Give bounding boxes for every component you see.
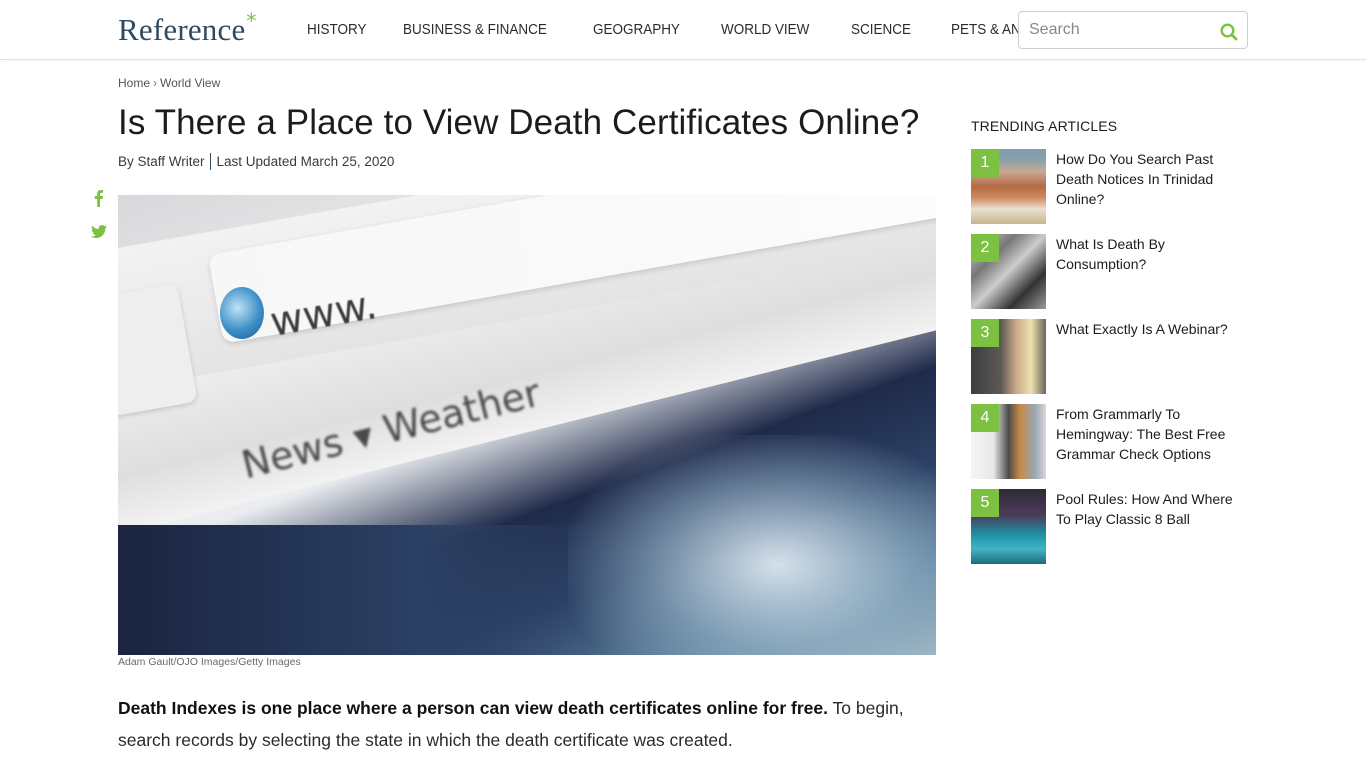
trending-rank-badge: 4 [971, 404, 999, 432]
site-header: Reference* HISTORY BUSINESS & FINANCE GE… [0, 0, 1366, 60]
hero-glow [568, 435, 936, 655]
trending-item-title: What Exactly Is A Webinar? [1056, 321, 1228, 337]
lede-bold: Death Indexes is one place where a perso… [118, 698, 828, 718]
byline: By Staff Writer Last Updated March 25, 20… [118, 153, 394, 170]
search-icon[interactable] [1219, 22, 1239, 42]
byline-divider [209, 153, 211, 170]
breadcrumb: Home › World View [118, 76, 220, 90]
logo-asterisk-icon: * [246, 9, 257, 33]
nav-world-view[interactable]: WORLD VIEW [721, 22, 809, 38]
trending-item-title: From Grammarly To Hemingway: The Best Fr… [1056, 406, 1226, 462]
breadcrumb-separator: › [153, 76, 158, 90]
social-share [90, 188, 108, 254]
trending-item[interactable]: 5 Pool Rules: How And Where To Play Clas… [971, 489, 1251, 574]
nav-geography[interactable]: GEOGRAPHY [593, 22, 680, 38]
globe-icon [220, 287, 264, 339]
trending-item[interactable]: 1 How Do You Search Past Death Notices I… [971, 149, 1251, 234]
trending-item-title: How Do You Search Past Death Notices In … [1056, 151, 1214, 207]
trending-rank-badge: 3 [971, 319, 999, 347]
hero-dark-area [118, 525, 618, 655]
trending-item[interactable]: 2 What Is Death By Consumption? [971, 234, 1251, 319]
site-logo[interactable]: Reference* [118, 9, 257, 48]
trending-rank-badge: 1 [971, 149, 999, 177]
trending-rank-badge: 2 [971, 234, 999, 262]
breadcrumb-world-view[interactable]: World View [160, 76, 220, 90]
image-caption: Adam Gault/OJO Images/Getty Images [118, 656, 301, 668]
breadcrumb-home[interactable]: Home [118, 76, 150, 90]
facebook-icon[interactable] [90, 188, 108, 208]
nav-science[interactable]: SCIENCE [851, 22, 911, 38]
trending-list: 1 How Do You Search Past Death Notices I… [971, 149, 1251, 574]
article-lede: Death Indexes is one place where a perso… [118, 692, 938, 756]
search-box [1018, 11, 1248, 49]
logo-text: Reference [118, 12, 246, 47]
author-link[interactable]: By Staff Writer [118, 154, 205, 169]
trending-item[interactable]: 3 What Exactly Is A Webinar? [971, 319, 1251, 404]
hero-image: www. News ▾ Weather [118, 195, 936, 655]
trending-rank-badge: 5 [971, 489, 999, 517]
page-title: Is There a Place to View Death Certifica… [118, 103, 920, 142]
search-input[interactable] [1029, 20, 1209, 40]
trending-title: TRENDING ARTICLES [971, 118, 1118, 134]
trending-item-title: What Is Death By Consumption? [1056, 236, 1165, 272]
main-nav: HISTORY BUSINESS & FINANCE GEOGRAPHY WOR… [307, 22, 1104, 38]
trending-item-title: Pool Rules: How And Where To Play Classi… [1056, 491, 1233, 527]
nav-history[interactable]: HISTORY [307, 22, 366, 38]
twitter-icon[interactable] [90, 221, 108, 241]
trending-item[interactable]: 4 From Grammarly To Hemingway: The Best … [971, 404, 1251, 489]
nav-business-finance[interactable]: BUSINESS & FINANCE [403, 22, 547, 38]
last-updated: Last Updated March 25, 2020 [216, 154, 395, 169]
